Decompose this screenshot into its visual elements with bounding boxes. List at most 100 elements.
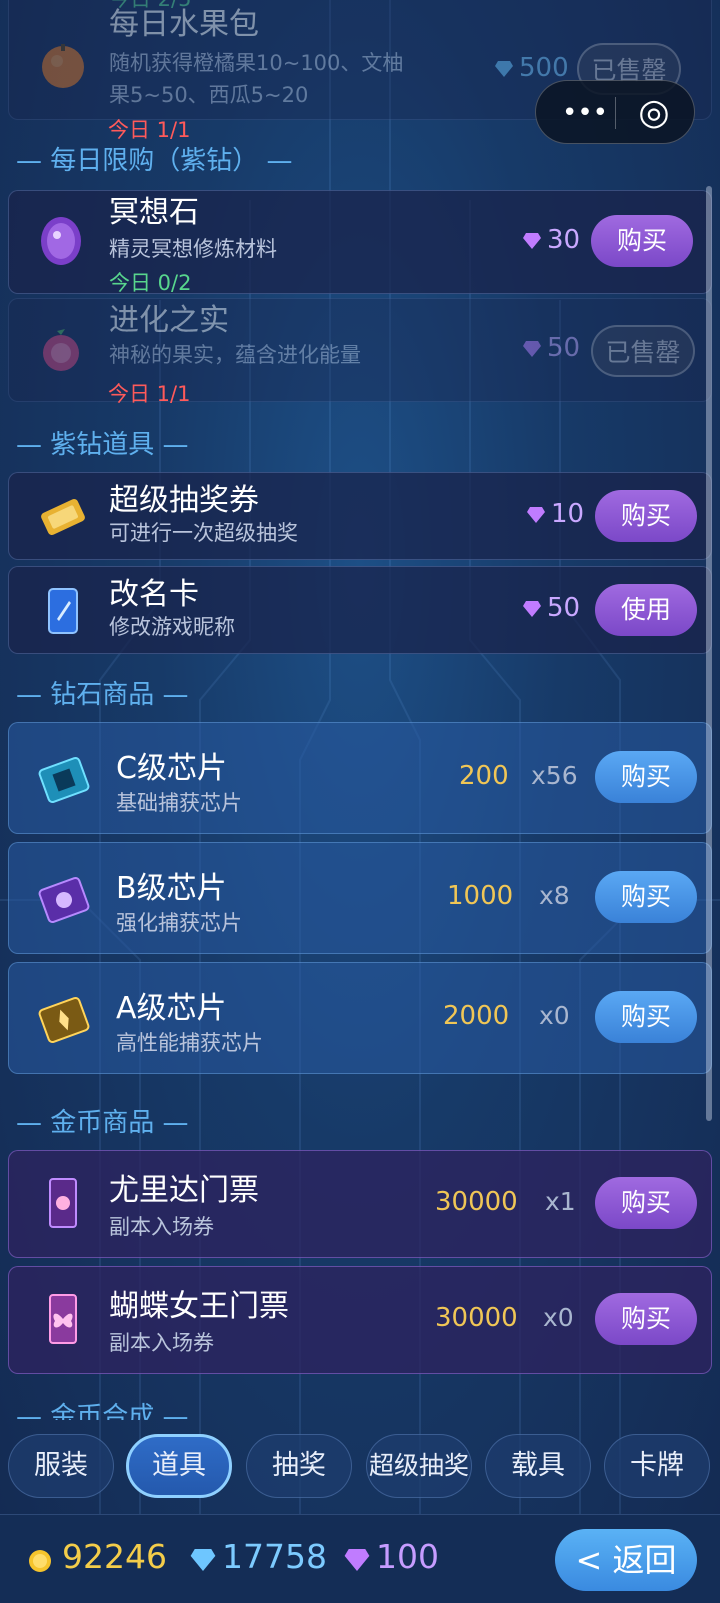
section-daily-purple: — 每日限购（紫钻） —: [16, 146, 293, 176]
chip-b-title: B级芯片: [116, 871, 227, 906]
purple-diamond-icon: [523, 340, 541, 357]
chip-c-title: C级芯片: [116, 751, 227, 786]
fruit-pack-price-value: 500: [519, 53, 569, 83]
choujiang-desc: 可进行一次超级抽奖: [109, 521, 298, 545]
mingxiang-title: 冥想石: [109, 195, 199, 230]
purple-diamond-icon: [523, 600, 541, 617]
diamond-icon: [190, 1549, 216, 1571]
choujiang-price-value: 10: [551, 499, 585, 529]
chip-a-desc: 高性能捕获芯片: [116, 1031, 263, 1055]
chip-b-desc: 强化捕获芯片: [116, 911, 242, 935]
category-tabs: 服装 道具 抽奖 超级抽奖 载具 卡牌: [0, 1434, 720, 1504]
item-card-hudie: 蝴蝶女王门票 副本入场券 30000 x0 购买: [8, 1266, 712, 1374]
tab-super-lottery[interactable]: 超级抽奖: [366, 1434, 472, 1498]
chip-c-owned: x56: [531, 761, 578, 790]
gaiming-price-value: 50: [547, 593, 581, 623]
section-purple-items: — 紫钻道具 —: [16, 430, 189, 460]
fruit-pack-desc-line2: 果5~50、西瓜5~20: [109, 83, 309, 107]
chip-c-desc: 基础捕获芯片: [116, 791, 242, 815]
jinhua-price: 50: [523, 333, 580, 363]
back-button[interactable]: < 返回: [555, 1529, 697, 1591]
jinhua-title: 进化之实: [109, 303, 229, 338]
orange-fruit-icon: [42, 44, 84, 88]
diamond-count: 17758: [222, 1537, 327, 1576]
hudie-price: 30000: [435, 1303, 518, 1333]
rename-card-icon: [48, 588, 78, 634]
diamond-icon: [495, 60, 513, 77]
item-card-chip-a: A级芯片 高性能捕获芯片 2000 x0 购买: [8, 962, 712, 1074]
mingxiang-desc: 精灵冥想修炼材料: [109, 237, 277, 261]
lottery-ticket-icon: [41, 498, 85, 536]
fruit-pack-title: 每日水果包: [109, 7, 259, 42]
section-coin-goods: — 金币商品 —: [16, 1108, 189, 1138]
hudie-title: 蝴蝶女王门票: [109, 1289, 289, 1324]
chip-c-price: 200: [459, 761, 509, 791]
gaiming-price: 50: [523, 593, 580, 623]
chip-c-icon: [38, 756, 90, 804]
resource-bar: 92246 17758 100 < 返回: [0, 1514, 720, 1603]
chip-b-price: 1000: [447, 881, 514, 911]
evolution-fruit-icon: [43, 329, 79, 371]
fruit-pack-price: 500: [495, 53, 569, 83]
item-card-gaiming: 改名卡 修改游戏昵称 50 使用: [8, 566, 712, 654]
gaiming-desc: 修改游戏昵称: [109, 615, 235, 639]
youlida-buy-button[interactable]: 购买: [595, 1177, 697, 1229]
shop-list[interactable]: 今日 2/5 每日水果包 随机获得橙橘果10~100、文柚 果5~50、西瓜5~…: [0, 0, 720, 1420]
chip-c-buy-button[interactable]: 购买: [595, 751, 697, 803]
youlida-title: 尤里达门票: [109, 1173, 259, 1208]
fruit-pack-desc-line1: 随机获得橙橘果10~100、文柚: [109, 51, 404, 75]
ticket-icon: [49, 1178, 77, 1228]
scrollbar[interactable]: [706, 186, 712, 1121]
tab-lottery[interactable]: 抽奖: [246, 1434, 352, 1498]
item-card-choujiang: 超级抽奖券 可进行一次超级抽奖 10 购买: [8, 472, 712, 560]
youlida-desc: 副本入场券: [109, 1215, 214, 1239]
item-card-chip-c: C级芯片 基础捕获芯片 200 x56 购买: [8, 722, 712, 834]
chip-a-icon: [38, 996, 90, 1044]
chip-a-owned: x0: [539, 1001, 570, 1030]
hudie-buy-button[interactable]: 购买: [595, 1293, 697, 1345]
jinhua-price-value: 50: [547, 333, 581, 363]
choujiang-buy-button[interactable]: 购买: [595, 490, 697, 542]
meditation-stone-icon: [41, 217, 81, 265]
mingxiang-price-value: 30: [547, 225, 581, 255]
tab-clothing[interactable]: 服装: [8, 1434, 114, 1498]
youlida-price: 30000: [435, 1187, 518, 1217]
jinhua-soldout-button: 已售罄: [591, 325, 695, 377]
item-card-mingxiang: 冥想石 精灵冥想修炼材料 今日 0/2 30 购买: [8, 190, 712, 295]
hudie-owned: x0: [543, 1303, 574, 1332]
mini-program-capsule: ••• ◎: [535, 80, 695, 144]
close-button[interactable]: ◎: [622, 87, 686, 139]
mingxiang-limit: 今日 0/2: [109, 271, 192, 295]
jinhua-desc: 神秘的果实，蕴含进化能量: [109, 343, 361, 367]
gaiming-use-button[interactable]: 使用: [595, 584, 697, 636]
choujiang-price: 10: [527, 499, 584, 529]
item-card-youlida: 尤里达门票 副本入场券 30000 x1 购买: [8, 1150, 712, 1258]
jinhua-limit: 今日 1/1: [108, 382, 191, 406]
purple-diamond-count: 100: [376, 1537, 439, 1576]
chip-b-icon: [38, 876, 90, 924]
coin-count: 92246: [62, 1537, 167, 1576]
capsule-divider: [615, 97, 616, 129]
tab-vehicles[interactable]: 载具: [485, 1434, 591, 1498]
section-diamond-goods: — 钻石商品 —: [16, 680, 189, 710]
chip-b-owned: x8: [539, 881, 570, 910]
chip-b-buy-button[interactable]: 购买: [595, 871, 697, 923]
item-card-chip-b: B级芯片 强化捕获芯片 1000 x8 购买: [8, 842, 712, 954]
butterfly-ticket-icon: [49, 1294, 77, 1344]
purple-diamond-icon: [523, 232, 541, 249]
youlida-owned: x1: [545, 1187, 576, 1216]
purple-diamond-icon: [344, 1549, 370, 1571]
mingxiang-buy-button[interactable]: 购买: [591, 215, 693, 267]
more-button[interactable]: •••: [554, 91, 616, 135]
tab-cards[interactable]: 卡牌: [604, 1434, 710, 1498]
mingxiang-price: 30: [523, 225, 580, 255]
choujiang-title: 超级抽奖券: [109, 483, 259, 518]
hudie-desc: 副本入场券: [109, 1331, 214, 1355]
gaiming-title: 改名卡: [109, 577, 199, 612]
coin-icon: [29, 1550, 51, 1572]
tab-items[interactable]: 道具: [126, 1434, 232, 1498]
purple-diamond-icon: [527, 506, 545, 523]
chip-a-price: 2000: [443, 1001, 510, 1031]
chip-a-buy-button[interactable]: 购买: [595, 991, 697, 1043]
chip-a-title: A级芯片: [116, 991, 227, 1026]
